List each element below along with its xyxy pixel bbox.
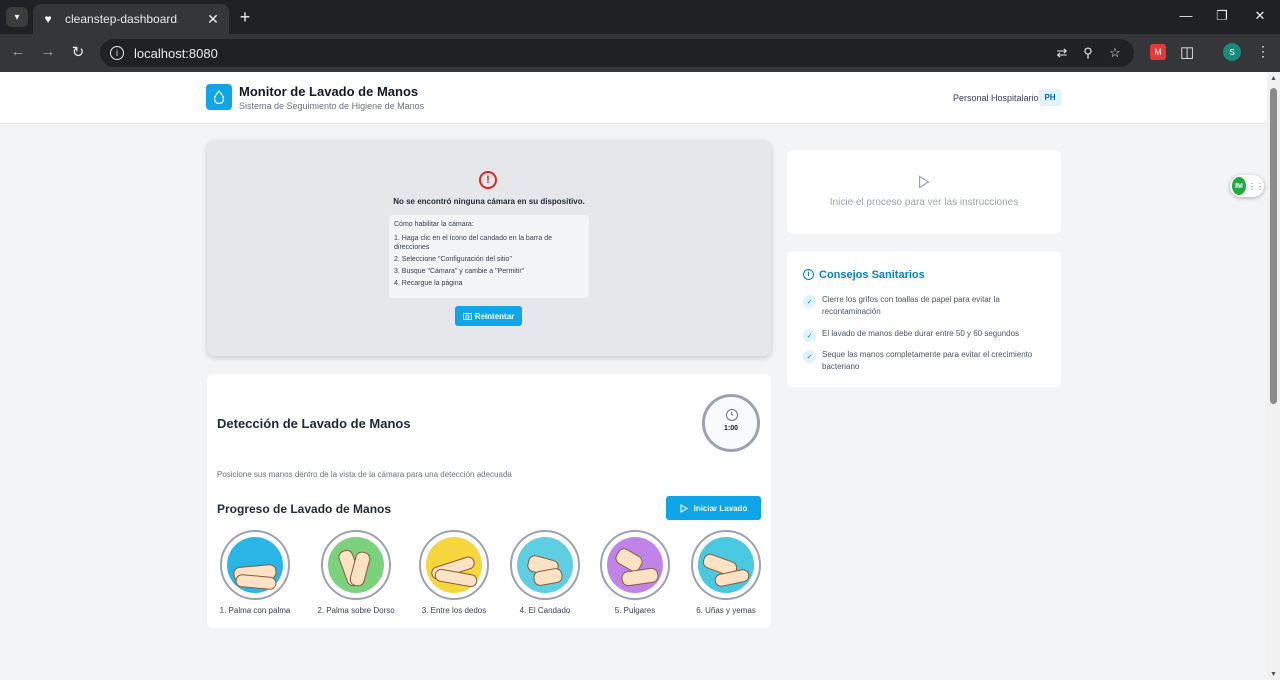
- wash-step: 4. El Candado: [500, 530, 590, 615]
- check-icon: ✓: [803, 350, 816, 363]
- retry-button[interactable]: Reintentar: [455, 306, 522, 326]
- camera-icon: [462, 313, 472, 320]
- extension-red-icon[interactable]: M: [1150, 44, 1166, 60]
- extensions-puzzle-icon[interactable]: ◫: [1180, 43, 1194, 61]
- wash-step: 2. Palma sobre Dorso: [311, 530, 401, 615]
- site-info-icon[interactable]: i: [110, 46, 124, 60]
- wash-step: 3. Entre los dedos: [409, 530, 499, 615]
- tab-search-button[interactable]: ▾: [6, 7, 28, 27]
- wash-step-image: [321, 530, 391, 600]
- zoom-icon[interactable]: ⚲: [1080, 45, 1096, 61]
- tip-text: Seque las manos completamente para evita…: [822, 350, 1033, 371]
- floating-extension-widget[interactable]: IM ⋮⋮: [1230, 175, 1264, 197]
- instructions-panel: Inicie el proceso para ver las instrucci…: [787, 150, 1061, 234]
- user-role: Personal Hospitalario: [953, 93, 1039, 103]
- instructions-placeholder: Inicie el proceso para ver las instrucci…: [829, 197, 1019, 208]
- url-text[interactable]: localhost:8080: [134, 46, 218, 61]
- wash-step: 1. Palma con palma: [210, 530, 300, 615]
- new-tab-button[interactable]: +: [236, 7, 254, 28]
- wash-step-image: [220, 530, 290, 600]
- tip-item: ✓ El lavado de manos debe durar entre 50…: [803, 328, 1043, 342]
- wash-step-label: 2. Palma sobre Dorso: [317, 606, 395, 615]
- error-alert-icon: !: [479, 171, 497, 189]
- timer-value: 1:00: [723, 425, 738, 432]
- back-arrow-icon[interactable]: ←: [8, 43, 28, 60]
- drag-handle-icon[interactable]: ⋮⋮: [1248, 182, 1264, 191]
- check-icon: ✓: [803, 295, 816, 308]
- minimize-button[interactable]: —: [1176, 8, 1196, 23]
- wash-step-image: [510, 530, 580, 600]
- browser-tab-bar: ▾ ♥ cleanstep-dashboard ✕ + — ❐ ✕: [0, 0, 1280, 34]
- forward-arrow-icon[interactable]: →: [38, 43, 58, 60]
- wash-step-label: 4. El Candado: [519, 606, 571, 615]
- progress-title: Progreso de Lavado de Manos: [217, 502, 392, 516]
- camera-error-message: No se encontró ninguna cámara en su disp…: [393, 197, 585, 206]
- wash-step-label: 1. Palma con palma: [219, 606, 291, 615]
- translate-icon[interactable]: ⇄: [1054, 45, 1070, 61]
- wash-step-image: [600, 530, 670, 600]
- tip-item: ✓ Seque las manos completamente para evi…: [803, 349, 1043, 373]
- bookmark-star-icon[interactable]: ☆: [1107, 45, 1123, 61]
- profile-avatar[interactable]: S: [1223, 43, 1241, 61]
- wash-step: 6. Uñas y yemas: [681, 530, 771, 615]
- tips-title: Consejos Sanitarios: [819, 269, 925, 281]
- tips-card: i Consejos Sanitarios ✓ Cierre los grifo…: [787, 251, 1061, 387]
- browser-tab[interactable]: ♥ cleanstep-dashboard ✕: [33, 4, 229, 34]
- start-wash-button[interactable]: Iniciar Lavado: [666, 496, 761, 520]
- scroll-thumb[interactable]: [1270, 88, 1277, 404]
- instructions-title: Cómo habilitar la cámara:: [394, 221, 474, 228]
- play-outline-icon: [918, 175, 930, 189]
- page-scrollbar[interactable]: ▲ ▼: [1267, 72, 1280, 680]
- tip-text: El lavado de manos debe durar entre 50 y…: [822, 329, 1020, 338]
- tab-title: cleanstep-dashboard: [65, 12, 178, 26]
- camera-instructions-box: Cómo habilitar la cámara: 1. Haga clic e…: [389, 215, 589, 298]
- page-subtitle: Sistema de Seguimiento de Higiene de Man…: [239, 101, 425, 111]
- camera-panel: ! No se encontró ninguna cámara en su di…: [207, 140, 771, 356]
- reload-icon[interactable]: ↻: [68, 43, 88, 61]
- heart-favicon-icon: ♥: [44, 12, 52, 26]
- start-wash-label: Iniciar Lavado: [693, 503, 748, 513]
- instruction-step: 2. Seleccione "Configuración del sitio": [394, 256, 512, 263]
- instruction-step: 1. Haga clic en el ícono del candado en …: [394, 235, 552, 251]
- page-title: Monitor de Lavado de Manos: [239, 84, 419, 99]
- browser-menu-icon[interactable]: ⋮: [1256, 43, 1270, 60]
- clock-icon: [726, 409, 738, 421]
- instruction-step: 3. Busque "Cámara" y cambie a "Permitir": [394, 268, 525, 275]
- address-bar[interactable]: i localhost:8080 ⇄ ⚲ ☆: [100, 39, 1134, 67]
- scroll-up-icon[interactable]: ▲: [1270, 75, 1277, 82]
- app-header: Monitor de Lavado de Manos Sistema de Se…: [0, 72, 1267, 124]
- detection-title: Detección de Lavado de Manos: [217, 416, 411, 431]
- wash-step-image: [419, 530, 489, 600]
- wash-step-label: 3. Entre los dedos: [421, 606, 487, 615]
- scroll-down-icon[interactable]: ▼: [1270, 671, 1277, 678]
- wash-step-image: [691, 530, 761, 600]
- wash-step-label: 5. Pulgares: [614, 606, 656, 615]
- maximize-button[interactable]: ❐: [1212, 8, 1232, 24]
- tip-text: Cierre los grifos con toallas de papel p…: [822, 295, 1000, 316]
- wash-step-label: 6. Uñas y yemas: [696, 606, 756, 615]
- tab-close-icon[interactable]: ✕: [205, 11, 221, 28]
- droplet-logo-icon: [206, 84, 232, 110]
- info-icon: i: [803, 269, 814, 280]
- timer-circle: 1:00: [702, 394, 760, 452]
- user-avatar-badge[interactable]: PH: [1039, 89, 1061, 106]
- wash-step: 5. Pulgares: [590, 530, 680, 615]
- browser-toolbar: ← → ↻ i localhost:8080 ⇄ ⚲ ☆ M ◫ S ⋮: [0, 34, 1280, 72]
- instruction-step: 4. Recargue la página: [394, 280, 463, 287]
- window-close-button[interactable]: ✕: [1250, 8, 1270, 24]
- detection-hint: Posicione sus manos dentro de la vista d…: [217, 470, 512, 479]
- tip-item: ✓ Cierre los grifos con toallas de papel…: [803, 294, 1043, 318]
- detection-card: Detección de Lavado de Manos 1:00 Posici…: [207, 374, 771, 628]
- check-icon: ✓: [803, 329, 816, 342]
- retry-label: Reintentar: [474, 311, 515, 321]
- play-icon: [680, 503, 688, 513]
- extension-logo-icon[interactable]: IM: [1232, 177, 1246, 195]
